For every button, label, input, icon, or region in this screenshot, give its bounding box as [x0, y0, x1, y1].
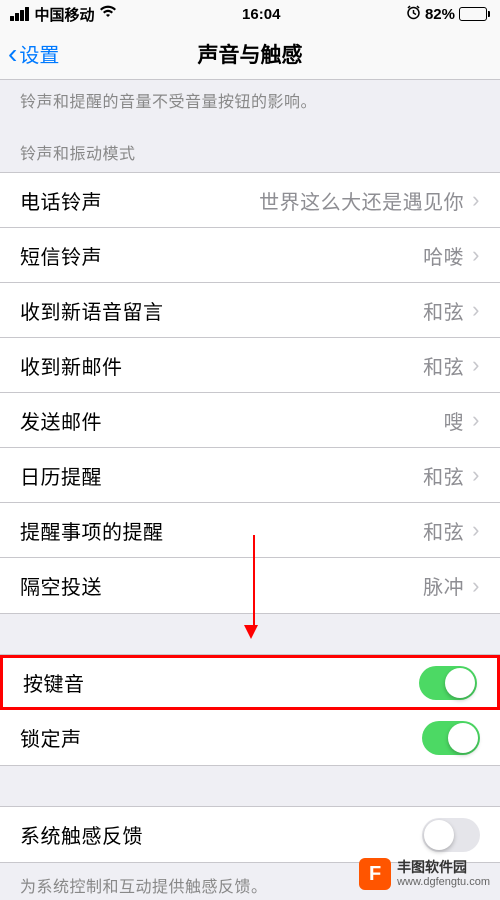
row-value: 世界这么大还是遇见你›	[259, 186, 480, 215]
back-label: 设置	[19, 39, 59, 68]
row-voicemail[interactable]: 收到新语音留言 和弦›	[0, 283, 500, 338]
toggle-list-1: 按键音 锁定声	[0, 654, 500, 766]
row-label: 收到新语音留言	[20, 296, 164, 325]
row-label: 锁定声	[20, 723, 82, 752]
chevron-right-icon: ›	[472, 407, 480, 433]
battery-pct: 82%	[425, 6, 455, 23]
back-button[interactable]: ‹ 设置	[8, 39, 59, 68]
chevron-right-icon: ›	[472, 297, 480, 323]
chevron-right-icon: ›	[472, 573, 480, 599]
row-value: 哈喽›	[423, 241, 480, 270]
watermark: F 丰图软件园 www.dgfengtu.com	[359, 858, 490, 890]
section-header-sounds: 铃声和振动模式	[0, 122, 500, 172]
row-label: 发送邮件	[20, 406, 102, 435]
toggle-keyboard-clicks[interactable]	[419, 666, 477, 700]
sound-list: 电话铃声 世界这么大还是遇见你› 短信铃声 哈喽› 收到新语音留言 和弦› 收到…	[0, 172, 500, 614]
row-label: 隔空投送	[20, 571, 102, 600]
row-sent-mail[interactable]: 发送邮件 嗖›	[0, 393, 500, 448]
chevron-right-icon: ›	[472, 517, 480, 543]
wifi-icon	[99, 5, 117, 23]
watermark-logo-icon: F	[359, 858, 391, 890]
row-value: 和弦›	[423, 351, 480, 380]
row-system-haptics: 系统触感反馈	[0, 807, 500, 862]
row-reminder-alert[interactable]: 提醒事项的提醒 和弦›	[0, 503, 500, 558]
volume-description: 铃声和提醒的音量不受音量按钮的影响。	[0, 80, 500, 122]
signal-icon	[10, 7, 29, 21]
chevron-right-icon: ›	[472, 187, 480, 213]
chevron-right-icon: ›	[472, 352, 480, 378]
row-label: 收到新邮件	[20, 351, 123, 380]
page-title: 声音与触感	[198, 39, 303, 69]
row-lock-sound: 锁定声	[0, 710, 500, 765]
row-value: 和弦›	[423, 516, 480, 545]
row-text-tone[interactable]: 短信铃声 哈喽›	[0, 228, 500, 283]
content-scroll[interactable]: 铃声和提醒的音量不受音量按钮的影响。 铃声和振动模式 电话铃声 世界这么大还是遇…	[0, 80, 500, 900]
carrier-label: 中国移动	[35, 4, 95, 25]
row-value: 嗖›	[444, 406, 480, 435]
chevron-left-icon: ‹	[8, 40, 17, 68]
chevron-right-icon: ›	[472, 242, 480, 268]
row-label: 短信铃声	[20, 241, 102, 270]
row-label: 电话铃声	[20, 186, 102, 215]
watermark-name: 丰图软件园	[397, 859, 490, 876]
row-calendar-alert[interactable]: 日历提醒 和弦›	[0, 448, 500, 503]
row-label: 提醒事项的提醒	[20, 516, 164, 545]
watermark-url: www.dgfengtu.com	[397, 876, 490, 889]
chevron-right-icon: ›	[472, 462, 480, 488]
nav-bar: ‹ 设置 声音与触感	[0, 28, 500, 80]
row-phone-ringtone[interactable]: 电话铃声 世界这么大还是遇见你›	[0, 173, 500, 228]
alarm-icon	[406, 5, 421, 24]
status-bar: 中国移动 16:04 82%	[0, 0, 500, 28]
row-value: 和弦›	[423, 296, 480, 325]
row-label: 按键音	[23, 668, 85, 697]
status-left: 中国移动	[10, 4, 117, 25]
toggle-list-2: 系统触感反馈	[0, 806, 500, 863]
status-time: 16:04	[242, 6, 280, 23]
row-label: 系统触感反馈	[20, 820, 143, 849]
row-value: 和弦›	[423, 461, 480, 490]
toggle-lock-sound[interactable]	[422, 721, 480, 755]
row-airdrop[interactable]: 隔空投送 脉冲›	[0, 558, 500, 613]
battery-icon	[459, 7, 490, 21]
row-new-mail[interactable]: 收到新邮件 和弦›	[0, 338, 500, 393]
row-keyboard-clicks: 按键音	[0, 655, 500, 710]
toggle-system-haptics[interactable]	[422, 818, 480, 852]
status-right: 82%	[406, 5, 490, 24]
row-label: 日历提醒	[20, 461, 102, 490]
row-value: 脉冲›	[423, 571, 480, 600]
